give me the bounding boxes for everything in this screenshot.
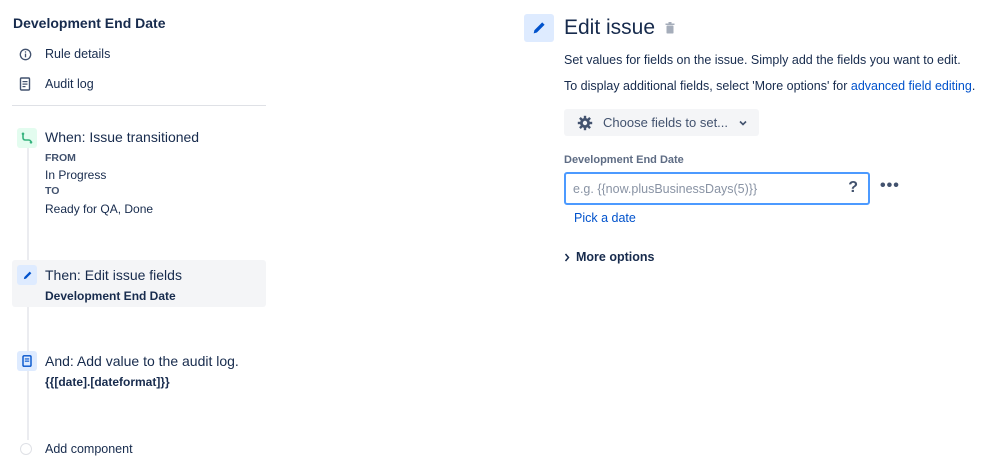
component-edit-issue[interactable]: Then: Edit issue fields Development End …: [12, 260, 266, 307]
trigger-to-value: Ready for QA, Done: [45, 202, 154, 216]
development-end-date-input[interactable]: [566, 174, 836, 203]
component-trigger[interactable]: When: Issue transitioned FROM In Progres…: [12, 124, 266, 224]
edit-issue-pencil-icon: [524, 14, 554, 42]
info-icon: [18, 47, 32, 61]
trigger-to-label: TO: [45, 185, 60, 197]
trash-icon[interactable]: [665, 22, 675, 34]
document-icon: [18, 77, 32, 91]
choose-fields-button[interactable]: Choose fields to set...: [564, 109, 759, 136]
trigger-title: When: Issue transitioned: [45, 129, 200, 145]
choose-fields-label: Choose fields to set...: [603, 115, 729, 130]
trigger-from-label: FROM: [45, 152, 76, 164]
help-icon[interactable]: ?: [848, 179, 858, 197]
audit-component-detail: {{[date].[dateformat]}}: [45, 375, 170, 389]
nav-rule-details[interactable]: Rule details: [18, 47, 110, 61]
nav-rule-details-label: Rule details: [45, 47, 111, 61]
add-component-dot-icon: [20, 443, 32, 455]
rule-sidebar: Development End Date Rule details Audit …: [0, 0, 270, 458]
more-options-toggle[interactable]: More options: [564, 250, 654, 264]
log-icon: [17, 351, 37, 371]
gear-icon: [577, 115, 593, 131]
hint-prefix: To display additional fields, select 'Mo…: [564, 79, 851, 93]
edit-description: Set values for fields on the issue. Simp…: [564, 53, 961, 67]
more-actions-icon[interactable]: •••: [880, 177, 900, 195]
pick-a-date-link[interactable]: Pick a date: [574, 211, 636, 225]
hint-suffix: .: [971, 79, 976, 93]
component-audit-log[interactable]: And: Add value to the audit log. {{[date…: [12, 348, 266, 393]
add-component-label: Add component: [45, 442, 133, 456]
nav-audit-log[interactable]: Audit log: [18, 77, 94, 91]
edit-component-title: Then: Edit issue fields: [45, 267, 182, 283]
advanced-field-editing-link[interactable]: advanced field editing: [851, 79, 972, 93]
chevron-down-icon: [738, 118, 748, 128]
sidebar-divider: [12, 105, 266, 106]
rule-title: Development End Date: [13, 15, 166, 31]
chevron-right-icon: [564, 253, 570, 262]
page-title: Edit issue: [564, 16, 656, 39]
pencil-icon: [17, 265, 37, 285]
add-component-button[interactable]: Add component: [20, 442, 133, 456]
audit-component-title: And: Add value to the audit log.: [45, 353, 239, 369]
development-end-date-label: Development End Date: [564, 154, 684, 166]
trigger-from-value: In Progress: [45, 168, 107, 182]
additional-fields-hint: To display additional fields, select 'Mo…: [564, 79, 975, 93]
edit-component-detail: Development End Date: [45, 289, 176, 303]
more-options-label: More options: [576, 250, 655, 264]
nav-audit-log-label: Audit log: [45, 77, 94, 91]
edit-issue-heading: Edit issue: [564, 16, 675, 40]
development-end-date-field-wrapper: ?: [564, 172, 870, 205]
transition-icon: [17, 128, 37, 148]
